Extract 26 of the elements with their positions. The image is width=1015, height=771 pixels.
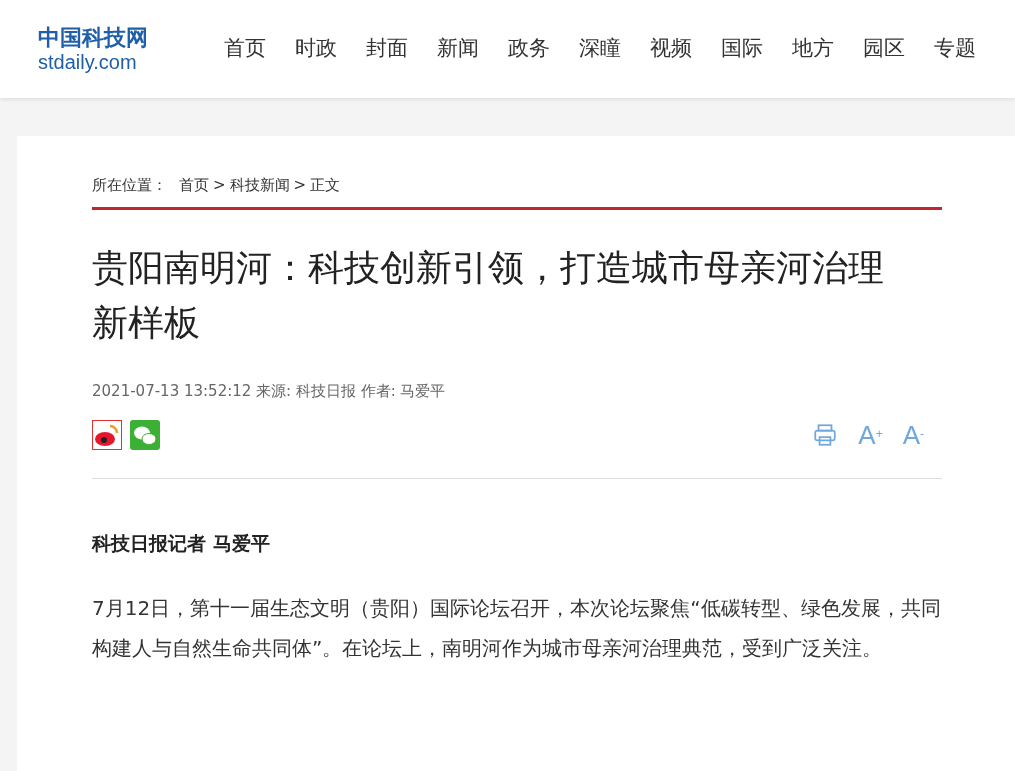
weibo-icon[interactable]: [92, 420, 122, 450]
nav-link[interactable]: 园区: [863, 33, 905, 65]
nav-link[interactable]: 封面: [366, 33, 408, 65]
nav-link[interactable]: 首页: [224, 33, 266, 65]
nav-link[interactable]: 深瞳: [579, 33, 621, 65]
breadcrumb-link[interactable]: 科技新闻: [229, 174, 290, 197]
nav-link[interactable]: 新闻: [437, 33, 479, 65]
breadcrumb-separator: >: [293, 175, 307, 196]
nav-link[interactable]: 政务: [508, 33, 550, 65]
article-paragraph: 7月12日，第十一届生态文明（贵阳）国际论坛召开，本次论坛聚焦“低碳转型、绿色发展，共同构建人与自然生命共同体”。在论坛上，南明河作为城市母亲河治理典范，受到广泛关注。: [92, 594, 942, 662]
nav-link[interactable]: 专题: [934, 33, 976, 65]
wechat-icon[interactable]: [130, 420, 160, 450]
nav-link[interactable]: 视频: [650, 33, 692, 65]
logo-title: 中国科技网: [38, 25, 148, 51]
breadcrumb-label: 所在位置：: [92, 175, 167, 196]
nav-link[interactable]: 时政: [295, 33, 337, 65]
logo-domain: stdaily.com: [38, 51, 137, 73]
article-meta: 2021-07-13 13:52:12 来源: 科技日报 作者: 马爱平: [92, 380, 447, 402]
nav-link[interactable]: 国际: [721, 33, 763, 65]
print-icon[interactable]: [812, 422, 839, 448]
breadcrumb-link[interactable]: 正文: [310, 174, 341, 197]
breadcrumb-link[interactable]: 首页: [179, 174, 209, 197]
article-byline: 科技日报记者 马爱平: [92, 531, 271, 556]
nav-link[interactable]: 地方: [792, 33, 834, 65]
breadcrumb-separator: >: [213, 175, 226, 196]
article-title: 贵阳南明河：科技创新引领，打造城市母亲河治理新样板: [92, 245, 885, 345]
